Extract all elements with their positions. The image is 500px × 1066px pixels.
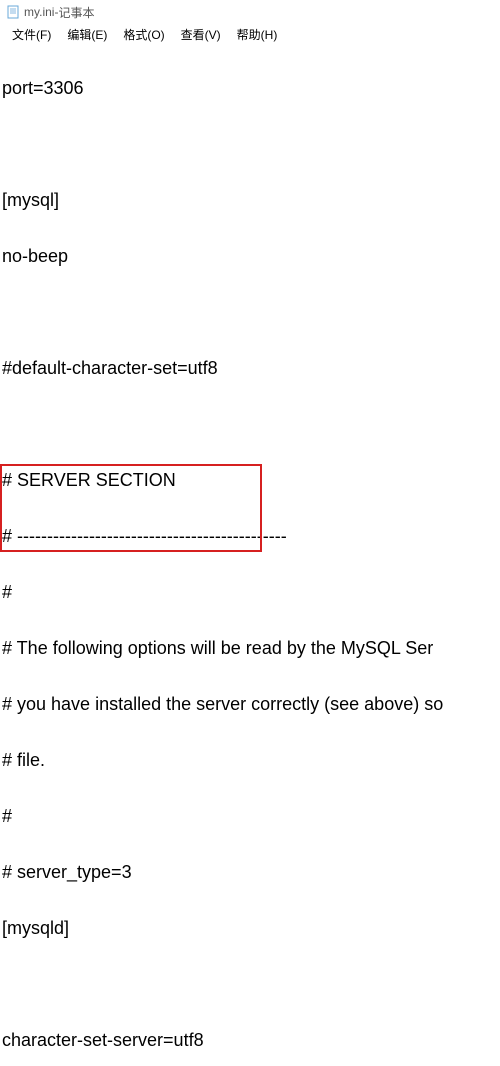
text-editor-content[interactable]: port=3306 [mysql] no-beep #default-chara…: [0, 46, 500, 1066]
window-titlebar: my.ini - 记事本: [0, 0, 500, 24]
menu-view[interactable]: 查看(V): [175, 26, 227, 44]
title-appname: 记事本: [58, 4, 94, 21]
notepad-icon: [6, 5, 20, 19]
text-line: [2, 130, 498, 158]
text-line: # --------------------------------------…: [2, 522, 498, 550]
text-line: # SERVER SECTION: [2, 466, 498, 494]
menu-format[interactable]: 格式(O): [117, 26, 170, 44]
text-line: # file.: [2, 746, 498, 774]
text-line: #default-character-set=utf8: [2, 354, 498, 382]
text-line: # you have installed the server correctl…: [2, 690, 498, 718]
text-line: #: [2, 802, 498, 830]
menubar: 文件(F) 编辑(E) 格式(O) 查看(V) 帮助(H): [0, 24, 500, 46]
text-line: port=3306: [2, 74, 498, 102]
text-line: [mysqld]: [2, 914, 498, 942]
text-line: [2, 410, 498, 438]
menu-help[interactable]: 帮助(H): [231, 26, 284, 44]
text-line: [2, 970, 498, 998]
menu-edit[interactable]: 编辑(E): [61, 26, 113, 44]
text-line: #: [2, 578, 498, 606]
text-line: character-set-server=utf8: [2, 1026, 498, 1054]
menu-file[interactable]: 文件(F): [6, 26, 57, 44]
text-line: # server_type=3: [2, 858, 498, 886]
title-filename: my.ini: [24, 5, 54, 19]
text-line: no-beep: [2, 242, 498, 270]
text-line: # The following options will be read by …: [2, 634, 498, 662]
text-line: [mysql]: [2, 186, 498, 214]
text-line: [2, 298, 498, 326]
